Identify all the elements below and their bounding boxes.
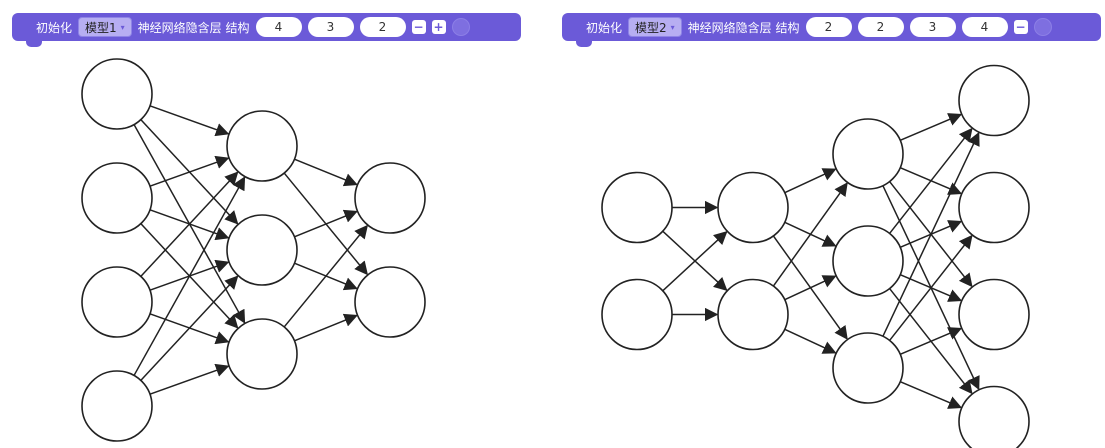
neuron-d2-l2-n1	[717, 171, 789, 244]
neuron-d2-l4-n4	[958, 385, 1030, 448]
neuron-d2-l2-n2	[717, 278, 789, 351]
connection-d2-l2-n2-to-n2	[784, 275, 837, 301]
neuron-d1-l1-n3	[81, 266, 153, 338]
neuron-d2-l4-n3	[958, 278, 1030, 351]
neuron-d1-l2-n2	[226, 214, 298, 286]
neuron-d1-l1-n4	[81, 370, 153, 442]
neuron-d1-l3-n2	[354, 266, 426, 338]
connection-d2-l3-n3-to-n3	[899, 327, 963, 356]
neuron-d1-l3-n1	[354, 162, 426, 234]
neuron-d1-l1-n2	[81, 162, 153, 234]
neuron-d2-l3-n2	[832, 225, 904, 297]
network-diagrams	[81, 58, 1030, 448]
neuron-d2-l1-n2	[601, 278, 673, 351]
neuron-d1-l2-n1	[226, 110, 298, 182]
neuron-d2-l3-n1	[832, 118, 904, 190]
connection-d1-l2-n3-to-n2	[294, 313, 358, 342]
connection-d2-l2-n1-to-n1	[784, 168, 837, 194]
connection-d1-l2-n1-to-n1	[294, 158, 358, 187]
connection-d1-l1-n4-to-n3	[149, 363, 230, 395]
connection-d2-l3-n3-to-n4	[899, 380, 963, 409]
connection-d1-l2-n2-to-n1	[294, 209, 358, 238]
connection-d2-l3-n1-to-n1	[899, 113, 963, 142]
connection-d1-l1-n2-to-n1	[149, 155, 230, 187]
connection-d1-l1-n4-to-n2	[140, 275, 239, 381]
neuron-d2-l4-n2	[958, 171, 1030, 244]
neuron-d2-l1-n1	[601, 171, 673, 244]
neuron-d2-l3-n3	[832, 332, 904, 404]
neuron-d1-l2-n3	[226, 318, 298, 390]
neuron-d2-l4-n1	[958, 64, 1030, 137]
connection-d1-l1-n3-to-n1	[140, 171, 239, 277]
neuron-d1-l1-n1	[81, 58, 153, 130]
connection-d1-l1-n1-to-n1	[149, 105, 230, 137]
connection-d2-l2-n2-to-n3	[784, 328, 837, 354]
